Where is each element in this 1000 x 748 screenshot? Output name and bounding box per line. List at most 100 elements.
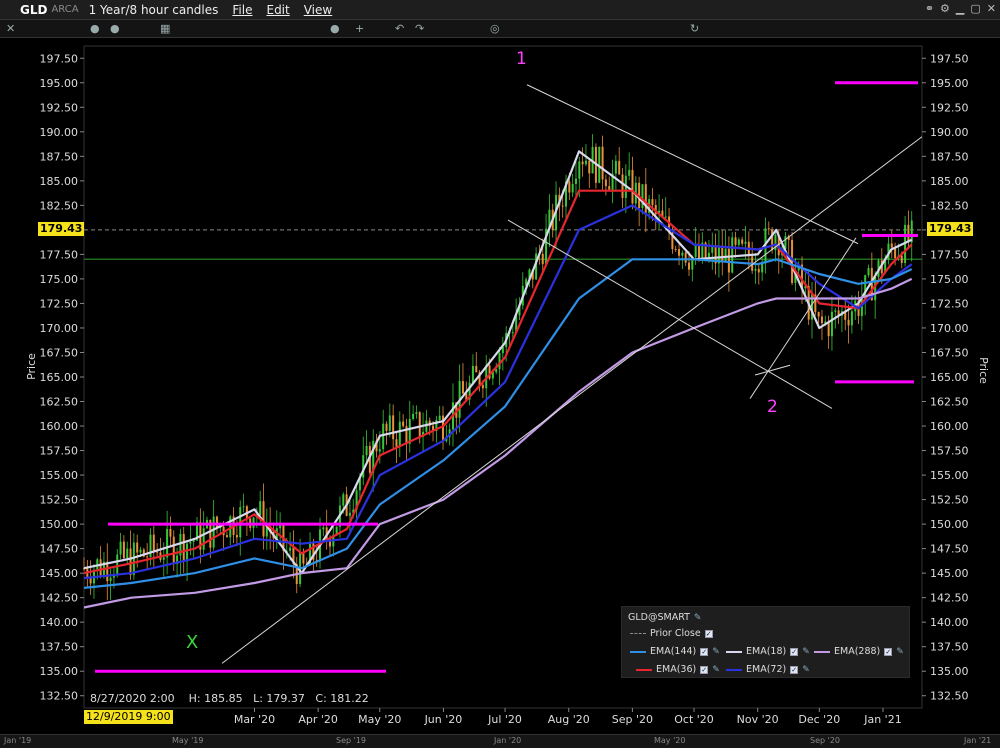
- x-tick-label: Apr '20: [298, 713, 338, 726]
- menu-file[interactable]: File: [232, 3, 252, 17]
- candle-body: [737, 239, 740, 245]
- candle-body: [830, 311, 833, 337]
- candle-body: [568, 181, 571, 193]
- undo-icon[interactable]: ↶: [395, 22, 404, 35]
- legend-ema18[interactable]: EMA(18) ✓ ✎: [726, 646, 810, 657]
- candle-body: [511, 332, 514, 334]
- candle-body: [608, 186, 611, 190]
- y-tick-label-right: 152.50: [930, 494, 969, 507]
- layout-icon[interactable]: ▦: [160, 22, 170, 35]
- target-icon[interactable]: ◎: [490, 22, 500, 35]
- legend-edit-icon[interactable]: ✎: [694, 613, 702, 623]
- candle-body: [907, 224, 910, 243]
- candle-body: [754, 268, 757, 271]
- y-tick-label-right: 145.00: [930, 567, 969, 580]
- y-tick-label-left: 157.50: [40, 445, 79, 458]
- x-tick-label: Mar '20: [234, 713, 275, 726]
- maximize-icon[interactable]: ▢: [970, 2, 980, 15]
- y-tick-label-right: 175.00: [930, 273, 969, 286]
- legend-prior-close[interactable]: Prior Close ✓: [630, 628, 713, 639]
- x-tick-label: Jan '21: [863, 713, 901, 726]
- candle-body: [721, 247, 724, 262]
- current-price-tag-right: 179.43: [927, 222, 974, 236]
- candle-body: [122, 541, 125, 559]
- checkbox[interactable]: ✓: [700, 647, 709, 656]
- candle-body: [688, 262, 691, 270]
- y-tick-label-left: 172.50: [40, 297, 79, 310]
- legend-title[interactable]: GLD@SMART ✎: [628, 612, 701, 623]
- y-tick-label-left: 177.50: [40, 248, 79, 261]
- candle-body: [342, 494, 345, 506]
- candle-body: [99, 559, 102, 576]
- indicator-icon[interactable]: ●: [330, 22, 340, 35]
- link-icon[interactable]: ⚭: [925, 2, 934, 15]
- zoom-icon[interactable]: ●: [90, 22, 100, 35]
- symbol-label[interactable]: GLD: [20, 3, 47, 17]
- y-tick-label-left: 182.50: [40, 199, 79, 212]
- candle-body: [365, 445, 368, 456]
- y-tick-label-left: 192.50: [40, 101, 79, 114]
- y-tick-label-left: 140.00: [40, 616, 79, 629]
- draw-icon[interactable]: ●: [110, 22, 120, 35]
- candle-body: [388, 415, 391, 431]
- y-tick-label-right: 187.50: [930, 150, 969, 163]
- checkbox[interactable]: ✓: [884, 647, 893, 656]
- minimize-icon[interactable]: ▁: [956, 2, 964, 15]
- legend-ema144[interactable]: EMA(144) ✓ ✎: [630, 646, 720, 657]
- ema18-line: [83, 150, 913, 575]
- candle-body: [900, 255, 903, 264]
- ohlc-high: H: 185.85: [188, 692, 243, 705]
- edit-icon[interactable]: ✎: [802, 665, 810, 675]
- candle-body: [694, 245, 697, 258]
- edit-icon[interactable]: ✎: [896, 647, 904, 657]
- y-tick-label-left: 170.00: [40, 322, 79, 335]
- cross-tool-icon[interactable]: +: [355, 22, 364, 35]
- ohlc-low: L: 179.37: [253, 692, 305, 705]
- overview-scrollbar[interactable]: Jan '19 May '19 Sep '19 Jan '20 May '20 Sep '…: [0, 734, 1000, 748]
- edit-icon[interactable]: ✎: [712, 665, 720, 675]
- candle-body: [757, 268, 760, 273]
- y-tick-label-left: 135.00: [40, 665, 79, 678]
- x-tick-label: Sep '20: [612, 713, 653, 726]
- y-tick-label-right: 185.00: [930, 175, 969, 188]
- candle-body: [651, 199, 654, 205]
- ema72-swatch: [726, 668, 742, 671]
- crosshair-icon[interactable]: ✕: [6, 22, 15, 35]
- candle-body: [322, 527, 325, 530]
- overview-tick-label: Sep '20: [810, 736, 840, 745]
- x-tick-label: Jun '20: [424, 713, 463, 726]
- y-tick-label-right: 142.50: [930, 592, 969, 605]
- candle-body: [235, 535, 238, 538]
- candle-body: [129, 548, 132, 576]
- legend-ema288[interactable]: EMA(288) ✓ ✎: [814, 646, 904, 657]
- candle-body: [601, 146, 604, 180]
- candle-body: [116, 554, 119, 575]
- overview-tick-label: May '20: [654, 736, 686, 745]
- close-icon[interactable]: ✕: [987, 2, 996, 15]
- edit-icon[interactable]: ✎: [712, 647, 720, 657]
- redo-icon[interactable]: ↷: [415, 22, 424, 35]
- checkbox[interactable]: ✓: [790, 647, 799, 656]
- y-tick-label-left: 185.00: [40, 175, 79, 188]
- legend-ema36[interactable]: EMA(36) ✓ ✎: [636, 664, 720, 675]
- settings-icon[interactable]: ⚙: [940, 2, 950, 15]
- candle-body: [697, 245, 700, 259]
- refresh-icon[interactable]: ↻: [690, 22, 699, 35]
- candle-body: [584, 160, 587, 165]
- checkbox[interactable]: ✓: [790, 665, 799, 674]
- candle-body: [847, 319, 850, 326]
- timeframe-dropdown[interactable]: 1 Year/8 hour candles: [89, 3, 219, 17]
- candle-body: [644, 184, 647, 213]
- overview-tick-label: Sep '19: [336, 736, 366, 745]
- checkbox[interactable]: ✓: [704, 629, 713, 638]
- ema36-line: [83, 189, 913, 575]
- checkbox[interactable]: ✓: [700, 665, 709, 674]
- legend-ema72[interactable]: EMA(72) ✓ ✎: [726, 664, 810, 675]
- candle-body: [571, 183, 574, 193]
- y-tick-label-right: 140.00: [930, 616, 969, 629]
- edit-icon[interactable]: ✎: [802, 647, 810, 657]
- candle-body: [212, 516, 215, 548]
- ema18-swatch: [726, 650, 742, 653]
- menu-view[interactable]: View: [304, 3, 332, 17]
- menu-edit[interactable]: Edit: [266, 3, 289, 17]
